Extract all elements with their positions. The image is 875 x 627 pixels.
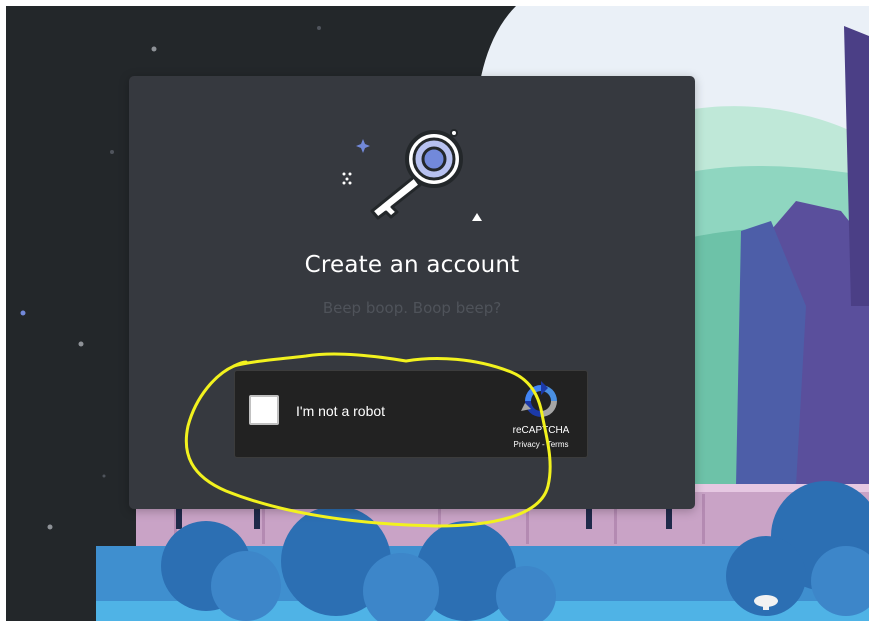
create-account-modal: Create an account Beep boop. Boop beep? …: [129, 76, 695, 509]
screen: Create an account Beep boop. Boop beep? …: [6, 6, 869, 621]
recaptcha-label: I'm not a robot: [296, 403, 386, 419]
recaptcha-checkbox[interactable]: [249, 395, 279, 425]
recaptcha-logo-icon: [521, 381, 557, 417]
page-subtitle: Beep boop. Boop beep?: [322, 299, 502, 317]
terms-link[interactable]: Terms: [547, 440, 569, 449]
page-title: Create an account: [304, 252, 520, 278]
recaptcha-brand: reCAPTCHA: [512, 425, 570, 436]
key-icon: [342, 129, 482, 221]
links-separator: -: [539, 440, 547, 449]
recaptcha-links: Privacy - Terms: [491, 440, 591, 449]
privacy-link[interactable]: Privacy: [514, 440, 540, 449]
recaptcha-widget: I'm not a robot reCAPTCHA Privacy - Term…: [234, 370, 588, 458]
